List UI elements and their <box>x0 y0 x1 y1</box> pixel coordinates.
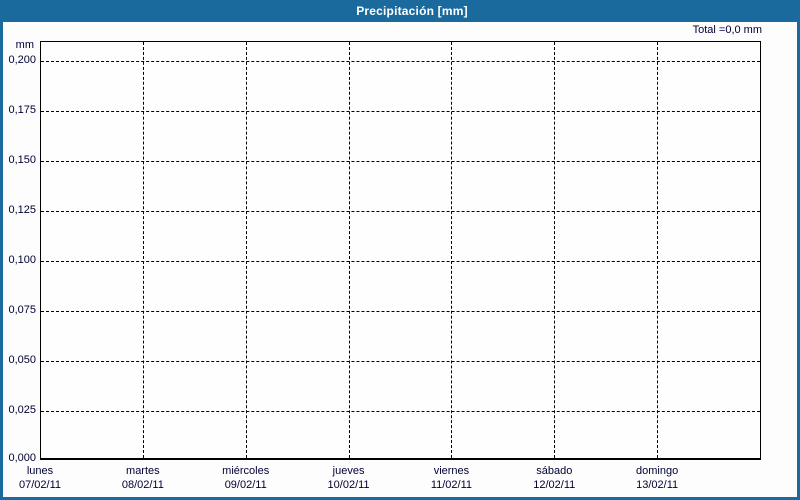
x-date-label: 09/02/11 <box>224 479 267 491</box>
x-day-label: lunes <box>26 465 54 477</box>
h-gridline <box>41 61 760 62</box>
x-date-label: 10/02/11 <box>327 479 370 491</box>
chart-title: Precipitación [mm] <box>356 4 468 18</box>
h-gridline <box>41 161 760 162</box>
y-tick-label: 0,025 <box>8 404 36 416</box>
x-day-label: martes <box>126 465 160 477</box>
y-tick-label: 0,175 <box>8 104 36 116</box>
v-gridline <box>245 42 247 458</box>
h-gridline <box>41 311 760 312</box>
title-bar: Precipitación [mm] <box>0 0 800 22</box>
y-tick-label: 0,000 <box>8 452 36 464</box>
x-day-label: miércoles <box>222 465 270 477</box>
precipitation-chart-window: Precipitación [mm] Total =0,0 mm mm 0,20… <box>0 0 800 500</box>
x-date-label: 13/02/11 <box>636 479 679 491</box>
v-gridline <box>554 42 556 458</box>
x-day-label: sábado <box>536 465 573 477</box>
x-day-label: jueves <box>332 465 365 477</box>
v-gridline <box>451 42 453 458</box>
h-gridline <box>41 211 760 212</box>
x-date-label: 12/02/11 <box>533 479 576 491</box>
total-label: Total =0,0 mm <box>692 24 762 36</box>
v-gridline <box>142 42 144 458</box>
x-date-label: 11/02/11 <box>430 479 473 491</box>
h-gridline <box>41 411 760 412</box>
y-tick-label: 0,125 <box>8 204 36 216</box>
y-tick-label: 0,050 <box>8 354 36 366</box>
x-date-label: 08/02/11 <box>121 479 164 491</box>
v-gridline <box>348 42 350 458</box>
y-tick-label: 0,075 <box>8 304 36 316</box>
y-tick-label: 0,150 <box>8 154 36 166</box>
h-gridline <box>41 261 760 262</box>
x-date-label: 07/02/11 <box>18 479 61 491</box>
plot-area <box>40 41 761 460</box>
h-gridline <box>41 111 760 112</box>
x-day-label: viernes <box>433 465 470 477</box>
x-day-label: domingo <box>636 465 679 477</box>
h-gridline <box>41 361 760 362</box>
y-tick-label: 0,100 <box>8 254 36 266</box>
y-axis-unit-label: mm <box>15 39 34 51</box>
y-tick-label: 0,200 <box>8 54 36 66</box>
v-gridline <box>657 42 659 458</box>
